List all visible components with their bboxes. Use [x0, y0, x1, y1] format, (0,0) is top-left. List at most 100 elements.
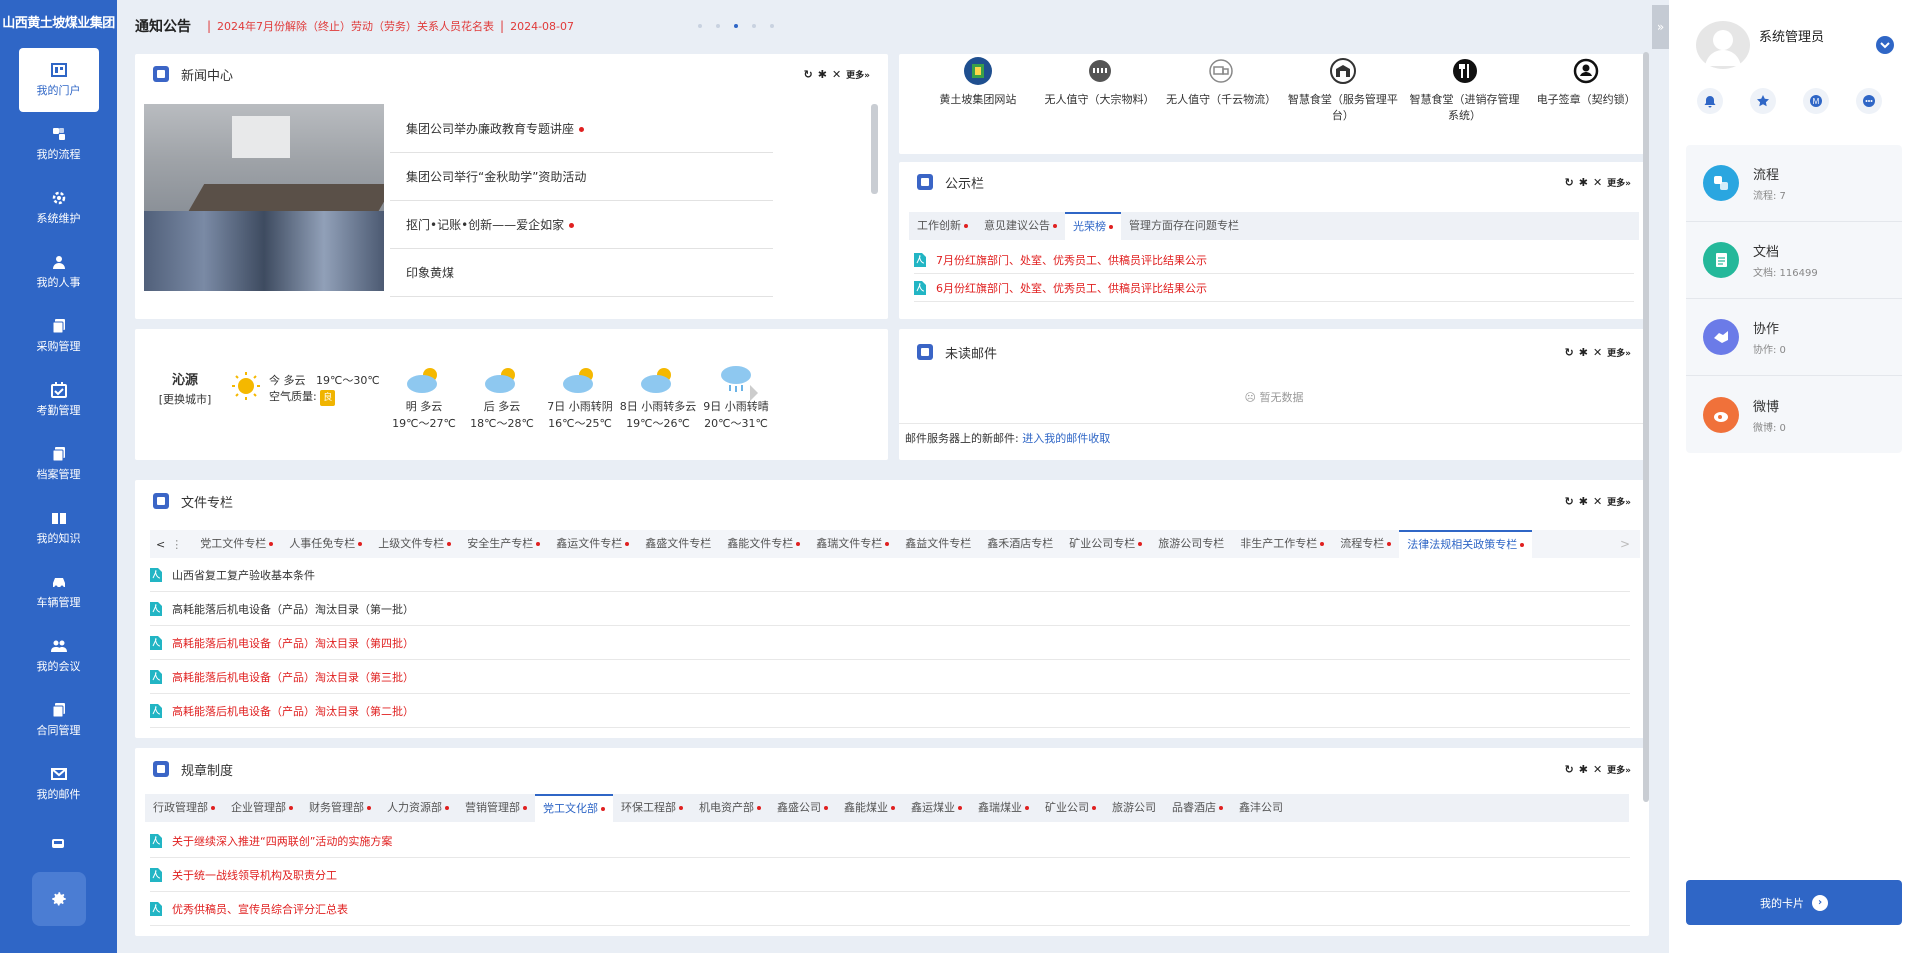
bulletin-tab-1[interactable]: 工作创新	[909, 212, 976, 240]
quick-link-1[interactable]: 黄土坡集团网站	[917, 56, 1039, 124]
nav-item-3[interactable]: 系统维护	[19, 176, 99, 240]
tabs-menu-icon[interactable]: ⋮	[171, 538, 192, 551]
my-card-button[interactable]: 我的卡片 ›	[1686, 880, 1902, 925]
rules-tab-16[interactable]: 鑫沣公司	[1231, 794, 1291, 822]
mail-footer-link[interactable]: 进入我的邮件收取	[1022, 432, 1110, 445]
nav-item-11[interactable]: 合同管理	[19, 688, 99, 752]
rules-tab-13[interactable]: 矿业公司	[1037, 794, 1104, 822]
forecast-next-arrow[interactable]	[750, 385, 758, 401]
settings-icon[interactable]: ✱	[818, 68, 827, 81]
rules-tab-10[interactable]: 鑫能煤业	[836, 794, 903, 822]
nav-item-2[interactable]: 我的流程	[19, 112, 99, 176]
bulletin-tab-3[interactable]: 光荣榜	[1065, 212, 1121, 240]
more-dots-button[interactable]	[1856, 88, 1882, 114]
change-city-link[interactable]: [更换城市]	[155, 391, 215, 407]
quick-link-2[interactable]: 无人值守（大宗物料）	[1039, 56, 1161, 124]
nav-item-10[interactable]: 我的会议	[19, 624, 99, 688]
close-icon[interactable]: ✕	[1593, 495, 1602, 508]
tabs-next-arrow[interactable]: >	[1610, 537, 1640, 551]
files-item[interactable]: 高耗能落后机电设备（产品）淘汰目录（第四批）	[150, 626, 1630, 660]
files-tab-8[interactable]: 鑫瑞文件专栏	[808, 530, 897, 558]
files-item[interactable]: 高耗能落后机电设备（产品）淘汰目录（第二批）	[150, 694, 1630, 728]
rules-tab-8[interactable]: 机电资产部	[691, 794, 769, 822]
news-item[interactable]: 集团公司举行“金秋助学”资助活动	[390, 153, 773, 201]
settings-icon[interactable]: ✱	[1579, 346, 1588, 359]
stat-item-3[interactable]: 协作 协作: 0	[1686, 299, 1902, 376]
rules-tab-12[interactable]: 鑫瑞煤业	[970, 794, 1037, 822]
more-link[interactable]: 更多»	[1607, 763, 1631, 776]
collapse-panel-button[interactable]: »	[1652, 5, 1669, 49]
nav-item-4[interactable]: 我的人事	[19, 240, 99, 304]
close-icon[interactable]: ✕	[1593, 346, 1602, 359]
settings-button[interactable]	[32, 872, 86, 926]
settings-icon[interactable]: ✱	[1579, 495, 1588, 508]
refresh-icon[interactable]: ↻	[1565, 176, 1574, 189]
pager-dot[interactable]	[716, 24, 720, 28]
news-scrollbar[interactable]	[871, 104, 878, 194]
user-dropdown-button[interactable]	[1876, 36, 1894, 54]
rules-tab-7[interactable]: 环保工程部	[613, 794, 691, 822]
pager-dot[interactable]	[698, 24, 702, 28]
files-tab-4[interactable]: 安全生产专栏	[459, 530, 548, 558]
files-item[interactable]: 高耗能落后机电设备（产品）淘汰目录（第三批）	[150, 660, 1630, 694]
close-icon[interactable]: ✕	[832, 68, 841, 81]
stat-item-1[interactable]: 流程 流程: 7	[1686, 145, 1902, 222]
files-tab-3[interactable]: 上级文件专栏	[370, 530, 459, 558]
rules-item[interactable]: 优秀供稿员、宣传员综合评分汇总表	[150, 892, 1630, 926]
quick-link-5[interactable]: 智慧食堂（进销存管理系统）	[1404, 56, 1526, 124]
files-tab-13[interactable]: 非生产工作专栏	[1232, 530, 1332, 558]
main-scrollbar[interactable]	[1643, 52, 1649, 802]
files-tab-10[interactable]: 鑫禾酒店专栏	[979, 530, 1061, 558]
stat-item-4[interactable]: 微博 微博: 0	[1686, 376, 1902, 453]
nav-item-5[interactable]: 采购管理	[19, 304, 99, 368]
nav-item-1[interactable]: 我的门户	[18, 48, 99, 112]
files-tab-9[interactable]: 鑫益文件专栏	[897, 530, 979, 558]
refresh-icon[interactable]: ↻	[1565, 346, 1574, 359]
files-item[interactable]: 高耗能落后机电设备（产品）淘汰目录（第一批）	[150, 592, 1630, 626]
star-button[interactable]	[1750, 88, 1776, 114]
rules-tab-11[interactable]: 鑫运煤业	[903, 794, 970, 822]
rules-tab-4[interactable]: 人力资源部	[379, 794, 457, 822]
nav-item-8[interactable]: 我的知识	[19, 496, 99, 560]
bulletin-tab-4[interactable]: 管理方面存在问题专栏	[1121, 212, 1247, 240]
files-tab-6[interactable]: 鑫盛文件专栏	[637, 530, 719, 558]
more-link[interactable]: 更多»	[846, 68, 870, 81]
files-tab-5[interactable]: 鑫运文件专栏	[548, 530, 637, 558]
rules-tab-6[interactable]: 党工文化部	[535, 794, 613, 822]
files-tab-12[interactable]: 旅游公司专栏	[1150, 530, 1232, 558]
files-tab-1[interactable]: 党工文件专栏	[192, 530, 281, 558]
files-tab-15[interactable]: 法律法规相关政策专栏	[1399, 530, 1533, 558]
news-item[interactable]: 抠门•记账•创新——爱企如家	[390, 201, 773, 249]
nav-item-7[interactable]: 档案管理	[19, 432, 99, 496]
tabs-prev-arrow[interactable]: <	[150, 538, 171, 551]
avatar[interactable]	[1695, 20, 1751, 70]
quick-link-3[interactable]: 无人值守（千云物流）	[1160, 56, 1282, 124]
bell-button[interactable]	[1697, 88, 1723, 114]
files-tab-11[interactable]: 矿业公司专栏	[1061, 530, 1150, 558]
more-link[interactable]: 更多»	[1607, 495, 1631, 508]
quick-link-4[interactable]: 智慧食堂（服务管理平台）	[1282, 56, 1404, 124]
pager-dot[interactable]	[770, 24, 774, 28]
nav-item-6[interactable]: 考勤管理	[19, 368, 99, 432]
bulletin-item[interactable]: 6月份红旗部门、处室、优秀员工、供稿员评比结果公示	[914, 274, 1634, 302]
pager-dot-active[interactable]	[734, 24, 738, 28]
bulletin-item[interactable]: 7月份红旗部门、处室、优秀员工、供稿员评比结果公示	[914, 246, 1634, 274]
settings-icon[interactable]: ✱	[1579, 763, 1588, 776]
rules-tab-5[interactable]: 营销管理部	[457, 794, 535, 822]
rules-item[interactable]: 关于继续深入推进“四两联创”活动的实施方案	[150, 824, 1630, 858]
rules-tab-9[interactable]: 鑫盛公司	[769, 794, 836, 822]
rules-tab-2[interactable]: 企业管理部	[223, 794, 301, 822]
files-item[interactable]: 山西省复工复产验收基本条件	[150, 558, 1630, 592]
news-item[interactable]: 印象黄煤	[390, 249, 773, 297]
rules-tab-1[interactable]: 行政管理部	[145, 794, 223, 822]
files-tab-2[interactable]: 人事任免专栏	[281, 530, 370, 558]
refresh-icon[interactable]: ↻	[804, 68, 813, 81]
more-link[interactable]: 更多»	[1607, 346, 1631, 359]
pager-dot[interactable]	[752, 24, 756, 28]
rules-tab-14[interactable]: 旅游公司	[1104, 794, 1164, 822]
files-tab-7[interactable]: 鑫能文件专栏	[719, 530, 808, 558]
refresh-icon[interactable]: ↻	[1565, 495, 1574, 508]
files-tab-14[interactable]: 流程专栏	[1332, 530, 1399, 558]
more-link[interactable]: 更多»	[1607, 176, 1631, 189]
news-photo[interactable]	[144, 104, 384, 291]
